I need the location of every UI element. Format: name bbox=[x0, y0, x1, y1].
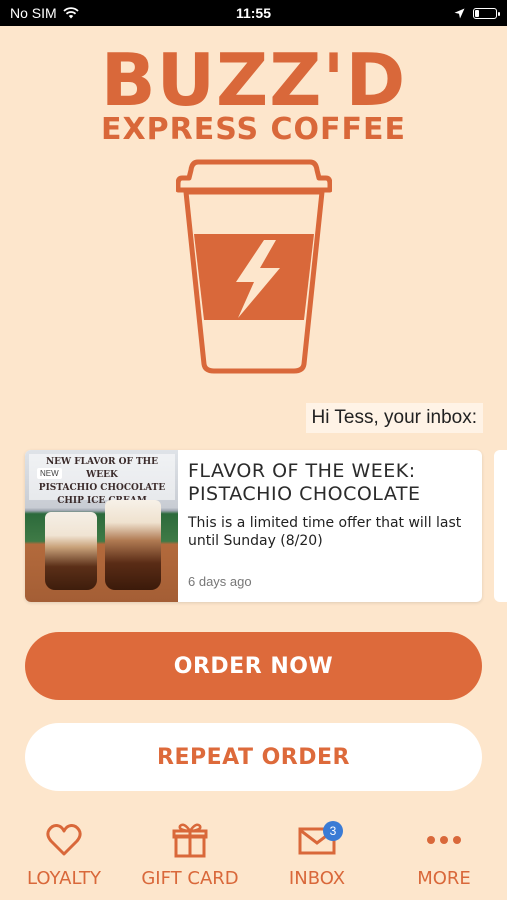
status-left: No SIM bbox=[10, 5, 79, 21]
inbox-greeting: Hi Tess, your inbox: bbox=[305, 403, 483, 433]
order-now-button[interactable]: ORDER NOW bbox=[25, 632, 482, 700]
heart-icon bbox=[46, 824, 82, 856]
next-card-peek[interactable] bbox=[494, 450, 507, 602]
tab-inbox-label: INBOX bbox=[288, 868, 346, 889]
promo-image-text-2: PISTACHIO CHOCOLATE bbox=[38, 483, 166, 493]
wifi-icon bbox=[63, 7, 79, 19]
location-arrow-icon bbox=[454, 8, 465, 18]
inbox-unread-badge: 3 bbox=[323, 821, 343, 841]
card-title-line-1: FLAVOR OF THE WEEK: bbox=[188, 460, 416, 482]
tab-bar: LOYALTY GIFT CARD 3 INBOX MORE bbox=[0, 818, 507, 900]
tab-more[interactable]: MORE bbox=[384, 818, 504, 889]
status-right bbox=[454, 7, 500, 19]
card-timestamp: 6 days ago bbox=[188, 574, 252, 589]
tab-more-label: MORE bbox=[417, 868, 471, 889]
status-bar: No SIM 11:55 bbox=[0, 0, 507, 26]
brand-logo-title: BUZZ'D bbox=[100, 38, 407, 122]
brand-logo-subtitle: EXPRESS COFFEE bbox=[100, 112, 406, 147]
tab-loyalty[interactable]: LOYALTY bbox=[4, 818, 124, 889]
gift-icon bbox=[172, 823, 208, 858]
promo-image: NEW FLAVOR OF THE WEEK PISTACHIO CHOCOLA… bbox=[25, 450, 178, 602]
promo-new-badge: NEW bbox=[37, 468, 62, 479]
carrier-label: No SIM bbox=[10, 5, 57, 21]
tab-gift-card[interactable]: GIFT CARD bbox=[130, 818, 250, 889]
more-icon bbox=[427, 836, 461, 844]
tab-gift-card-label: GIFT CARD bbox=[141, 868, 239, 889]
card-title: FLAVOR OF THE WEEK: PISTACHIO CHOCOLATE bbox=[188, 460, 472, 506]
card-description: This is a limited time offer that will l… bbox=[188, 515, 462, 549]
repeat-order-button[interactable]: REPEAT ORDER bbox=[25, 723, 482, 791]
tab-inbox[interactable]: 3 INBOX bbox=[257, 818, 377, 889]
tab-loyalty-label: LOYALTY bbox=[26, 868, 102, 889]
battery-icon bbox=[473, 7, 500, 19]
card-body: FLAVOR OF THE WEEK: PISTACHIO CHOCOLATE … bbox=[178, 450, 482, 602]
card-title-line-2: PISTACHIO CHOCOLATE bbox=[188, 483, 421, 505]
inbox-message-card[interactable]: NEW FLAVOR OF THE WEEK PISTACHIO CHOCOLA… bbox=[25, 450, 482, 602]
coffee-cup-logo-icon bbox=[176, 159, 332, 374]
drink-cup-left bbox=[45, 512, 97, 590]
drink-cup-right bbox=[105, 500, 161, 590]
